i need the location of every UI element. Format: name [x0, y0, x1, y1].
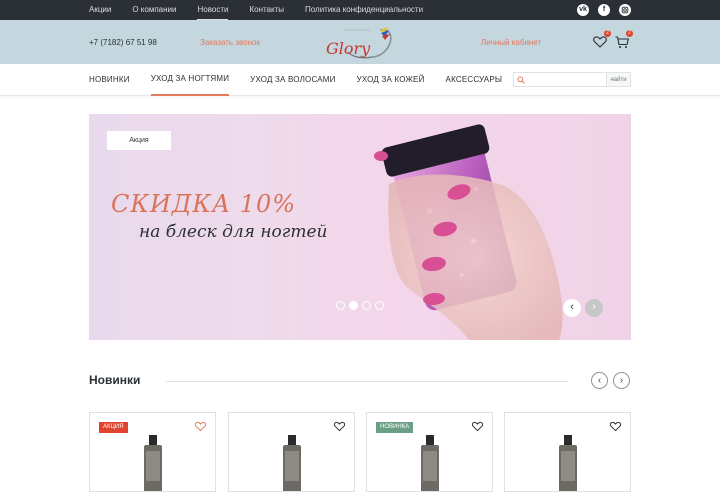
product-card[interactable]: НОВИНКА — [366, 412, 493, 492]
promo-banner[interactable]: Акция СКИДКА 10% на блеск для ногтей ‹ › — [89, 114, 631, 340]
callback-link[interactable]: Заказать звонок — [200, 38, 260, 47]
section-title-new: Новинки — [89, 373, 141, 387]
wishlist-count-badge: 2 — [604, 30, 611, 37]
products-next-button[interactable]: › — [613, 372, 630, 389]
banner-subline: на блеск для ногтей — [139, 222, 328, 242]
heart-icon[interactable] — [609, 420, 622, 433]
promo-tag: Акция — [107, 131, 171, 150]
vk-icon[interactable]: vk — [577, 4, 589, 16]
product-card[interactable]: АКЦИЯ — [89, 412, 216, 492]
product-image — [421, 435, 439, 491]
category-skin-care[interactable]: УХОД ЗА КОЖЕЙ — [357, 64, 425, 96]
category-accessories[interactable]: АКСЕССУАРЫ — [446, 64, 503, 96]
slider-dot[interactable] — [375, 301, 384, 310]
topnav-link-about[interactable]: О компании — [132, 0, 176, 20]
cart-count-badge: 2 — [626, 30, 633, 37]
social-links: vk f — [577, 4, 631, 16]
banner-headline: СКИДКА 10% — [111, 190, 297, 218]
top-navigation: Акции О компании Новости Контакты Полити… — [89, 0, 444, 20]
category-hair-care[interactable]: УХОД ЗА ВОЛОСАМИ — [250, 64, 335, 96]
topnav-link-news[interactable]: Новости — [197, 0, 229, 20]
slider-dots — [336, 301, 384, 310]
facebook-icon[interactable]: f — [598, 4, 610, 16]
search-box: найти — [513, 72, 631, 87]
product-image — [283, 435, 301, 491]
section-divider — [166, 381, 568, 382]
logo-text: Glory — [326, 39, 371, 58]
cart-button[interactable]: 2 — [614, 30, 633, 50]
search-button[interactable]: найти — [606, 73, 630, 86]
search-icon — [517, 76, 525, 84]
search-input[interactable] — [528, 74, 606, 85]
product-tag-new: НОВИНКА — [376, 422, 414, 433]
topnav-link-contacts[interactable]: Контакты — [249, 0, 284, 20]
category-navigation: НОВИНКИ УХОД ЗА НОГТЯМИ УХОД ЗА ВОЛОСАМИ… — [0, 64, 720, 96]
category-new[interactable]: НОВИНКИ — [89, 64, 130, 96]
wishlist-button[interactable]: 2 — [592, 30, 611, 50]
category-nail-care[interactable]: УХОД ЗА НОГТЯМИ — [150, 64, 230, 96]
slider-next-button[interactable]: › — [585, 299, 603, 317]
slider-dot-active[interactable] — [349, 301, 358, 310]
topnav-link-privacy[interactable]: Политика конфиденциальности — [305, 0, 423, 20]
site-header: +7 (7182) 67 51 98 Заказать звонок Glory… — [0, 20, 720, 64]
topnav-link-promotions[interactable]: Акции — [89, 0, 111, 20]
slider-dot[interactable] — [362, 301, 371, 310]
instagram-icon[interactable] — [619, 4, 631, 16]
product-image — [144, 435, 162, 491]
products-prev-button[interactable]: ‹ — [591, 372, 608, 389]
top-bar: Акции О компании Новости Контакты Полити… — [0, 0, 720, 20]
heart-icon[interactable] — [471, 420, 484, 433]
product-tag-sale: АКЦИЯ — [99, 422, 128, 433]
logo[interactable]: Glory — [322, 24, 402, 62]
heart-icon[interactable] — [333, 420, 346, 433]
product-card[interactable] — [504, 412, 631, 492]
personal-account-link[interactable]: Личный кабинет — [481, 38, 541, 47]
heart-icon[interactable] — [194, 420, 207, 433]
slider-dot[interactable] — [336, 301, 345, 310]
product-card[interactable] — [228, 412, 355, 492]
product-image — [559, 435, 577, 491]
phone-number[interactable]: +7 (7182) 67 51 98 — [89, 38, 157, 47]
slider-prev-button[interactable]: ‹ — [563, 299, 581, 317]
